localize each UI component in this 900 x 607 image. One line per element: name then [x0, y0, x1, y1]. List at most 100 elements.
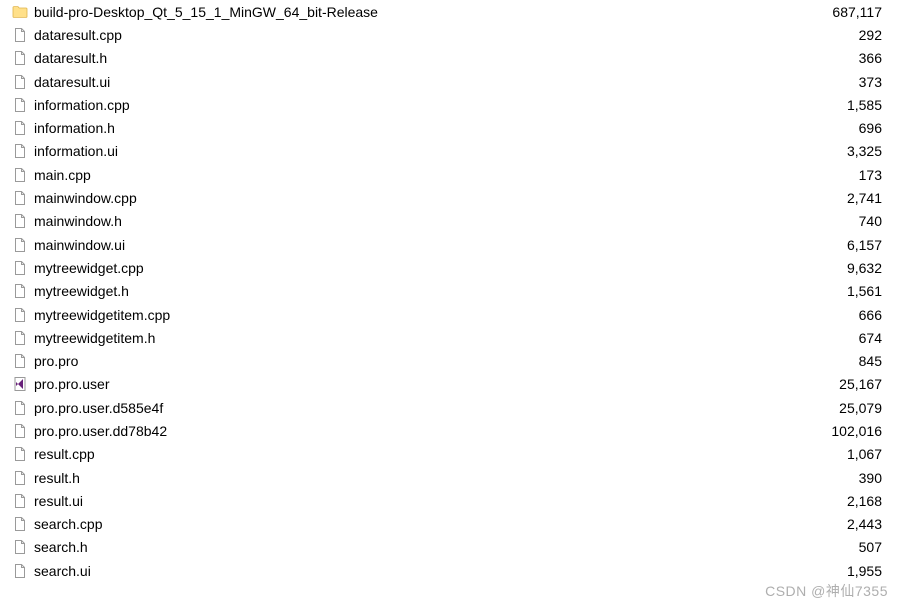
file-row[interactable]: pro.pro 845	[0, 349, 900, 372]
file-icon	[12, 400, 28, 416]
file-size: 25,079	[802, 400, 882, 416]
watermark: CSDN @神仙7355	[765, 581, 888, 601]
file-size: 2,168	[802, 493, 882, 509]
file-row[interactable]: result.cpp 1,067	[0, 443, 900, 466]
file-name: main.cpp	[34, 167, 802, 183]
file-name: information.h	[34, 120, 802, 136]
file-size: 173	[802, 167, 882, 183]
file-size: 6,157	[802, 237, 882, 253]
file-size: 3,325	[802, 143, 882, 159]
file-row[interactable]: dataresult.cpp 292	[0, 23, 900, 46]
file-row[interactable]: mainwindow.cpp 2,741	[0, 186, 900, 209]
file-icon	[12, 97, 28, 113]
file-name: result.cpp	[34, 446, 802, 462]
file-name: mytreewidgetitem.h	[34, 330, 802, 346]
file-name: pro.pro.user	[34, 376, 802, 392]
file-row[interactable]: main.cpp 173	[0, 163, 900, 186]
file-row[interactable]: result.h 390	[0, 466, 900, 489]
file-name: pro.pro	[34, 353, 802, 369]
file-size: 102,016	[802, 423, 882, 439]
file-icon	[12, 539, 28, 555]
file-name: information.cpp	[34, 97, 802, 113]
file-size: 25,167	[802, 376, 882, 392]
file-name: search.h	[34, 539, 802, 555]
file-icon	[12, 50, 28, 66]
file-icon	[12, 213, 28, 229]
vs-file-icon	[12, 376, 28, 392]
file-size: 507	[802, 539, 882, 555]
file-size: 674	[802, 330, 882, 346]
file-row[interactable]: pro.pro.user 25,167	[0, 373, 900, 396]
file-size: 2,741	[802, 190, 882, 206]
file-name: mainwindow.ui	[34, 237, 802, 253]
file-row[interactable]: dataresult.h 366	[0, 47, 900, 70]
file-row[interactable]: mainwindow.ui 6,157	[0, 233, 900, 256]
file-icon	[12, 27, 28, 43]
folder-icon	[12, 4, 28, 20]
file-name: dataresult.h	[34, 50, 802, 66]
file-row[interactable]: mytreewidgetitem.h 674	[0, 326, 900, 349]
file-name: pro.pro.user.dd78b42	[34, 423, 802, 439]
file-size: 740	[802, 213, 882, 229]
file-icon	[12, 260, 28, 276]
file-size: 696	[802, 120, 882, 136]
file-row[interactable]: mytreewidget.h 1,561	[0, 280, 900, 303]
file-name: pro.pro.user.d585e4f	[34, 400, 802, 416]
file-row[interactable]: search.ui 1,955	[0, 559, 900, 582]
file-row[interactable]: mainwindow.h 740	[0, 210, 900, 233]
file-row[interactable]: mytreewidgetitem.cpp 666	[0, 303, 900, 326]
file-icon	[12, 493, 28, 509]
file-name: dataresult.cpp	[34, 27, 802, 43]
file-icon	[12, 74, 28, 90]
file-name: mainwindow.h	[34, 213, 802, 229]
file-icon	[12, 446, 28, 462]
file-name: mytreewidget.h	[34, 283, 802, 299]
file-icon	[12, 283, 28, 299]
file-row[interactable]: build-pro-Desktop_Qt_5_15_1_MinGW_64_bit…	[0, 0, 900, 23]
file-name: information.ui	[34, 143, 802, 159]
file-name: dataresult.ui	[34, 74, 802, 90]
file-size: 687,117	[802, 4, 882, 20]
file-size: 9,632	[802, 260, 882, 276]
file-list: build-pro-Desktop_Qt_5_15_1_MinGW_64_bit…	[0, 0, 900, 582]
file-row[interactable]: dataresult.ui 373	[0, 70, 900, 93]
file-icon	[12, 423, 28, 439]
file-icon	[12, 120, 28, 136]
file-name: mytreewidgetitem.cpp	[34, 307, 802, 323]
file-size: 1,585	[802, 97, 882, 113]
file-row[interactable]: information.ui 3,325	[0, 140, 900, 163]
file-name: result.h	[34, 470, 802, 486]
file-icon	[12, 307, 28, 323]
file-icon	[12, 516, 28, 532]
file-size: 1,561	[802, 283, 882, 299]
file-icon	[12, 353, 28, 369]
file-name: mainwindow.cpp	[34, 190, 802, 206]
file-name: search.ui	[34, 563, 802, 579]
file-icon	[12, 143, 28, 159]
file-size: 1,955	[802, 563, 882, 579]
file-name: mytreewidget.cpp	[34, 260, 802, 276]
file-size: 666	[802, 307, 882, 323]
file-row[interactable]: mytreewidget.cpp 9,632	[0, 256, 900, 279]
file-name: result.ui	[34, 493, 802, 509]
file-size: 2,443	[802, 516, 882, 532]
file-name: search.cpp	[34, 516, 802, 532]
file-row[interactable]: information.h 696	[0, 116, 900, 139]
file-row[interactable]: information.cpp 1,585	[0, 93, 900, 116]
file-size: 366	[802, 50, 882, 66]
file-icon	[12, 237, 28, 253]
file-icon	[12, 563, 28, 579]
file-row[interactable]: search.h 507	[0, 536, 900, 559]
file-icon	[12, 167, 28, 183]
file-size: 373	[802, 74, 882, 90]
file-size: 292	[802, 27, 882, 43]
file-icon	[12, 190, 28, 206]
file-size: 390	[802, 470, 882, 486]
file-size: 845	[802, 353, 882, 369]
file-icon	[12, 330, 28, 346]
file-row[interactable]: result.ui 2,168	[0, 489, 900, 512]
file-row[interactable]: search.cpp 2,443	[0, 513, 900, 536]
file-size: 1,067	[802, 446, 882, 462]
file-row[interactable]: pro.pro.user.dd78b42 102,016	[0, 419, 900, 442]
file-row[interactable]: pro.pro.user.d585e4f 25,079	[0, 396, 900, 419]
